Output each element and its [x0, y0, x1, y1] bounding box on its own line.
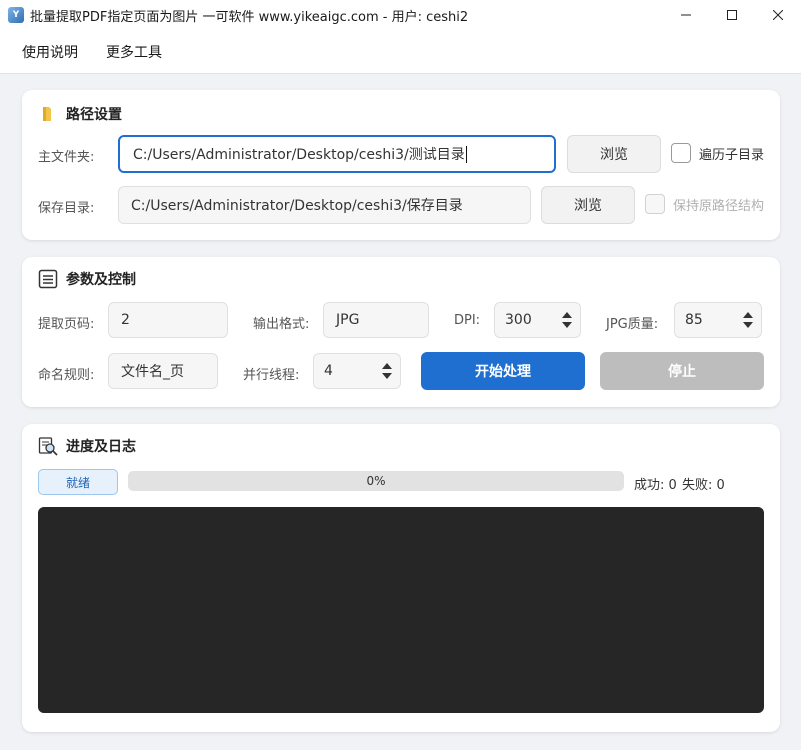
text-caret [465, 145, 467, 163]
progress-heading: 进度及日志 [66, 439, 136, 455]
main-folder-value: C:/Users/Administrator/Desktop/ceshi3/测试… [133, 147, 465, 163]
chevron-down-icon[interactable] [562, 322, 572, 328]
naming-rule-value: 文件名_页 [121, 364, 184, 380]
output-format-select[interactable]: JPG [323, 302, 429, 338]
path-settings-card: 路径设置 主文件夹: C:/Users/Administrator/Deskto… [22, 90, 780, 240]
maximize-icon [727, 10, 737, 20]
save-dir-value: C:/Users/Administrator/Desktop/ceshi3/保存… [131, 198, 463, 214]
start-button[interactable]: 开始处理 [421, 352, 585, 390]
menu-item-more-tools[interactable]: 更多工具 [84, 42, 162, 62]
browse-main-folder-button[interactable]: 浏览 [567, 135, 661, 173]
save-dir-input[interactable]: C:/Users/Administrator/Desktop/ceshi3/保存… [118, 186, 531, 224]
chevron-up-icon[interactable] [562, 312, 572, 318]
dpi-spinbox[interactable]: 300 [494, 302, 581, 338]
path-settings-heading: 路径设置 [66, 107, 122, 123]
jpg-quality-stepper[interactable] [737, 303, 759, 337]
minimize-button[interactable] [663, 0, 709, 30]
params-heading: 参数及控制 [66, 272, 136, 288]
progress-bar: 0% [128, 471, 624, 491]
output-format-label: 输出格式: [253, 317, 310, 332]
keep-structure-checkbox: 保持原路径结构 [645, 194, 764, 214]
params-title: 参数及控制 [38, 269, 136, 289]
progress-percent-text: 0% [366, 474, 386, 488]
save-dir-label: 保存目录: [38, 201, 95, 216]
dpi-label: DPI: [454, 313, 481, 328]
log-output-area[interactable] [38, 507, 764, 713]
path-settings-title: 路径设置 [38, 104, 122, 124]
title-bar: Y 批量提取PDF指定页面为图片 一可软件 www.yikeaigc.com -… [0, 0, 801, 30]
stop-button: 停止 [600, 352, 764, 390]
menu-item-help[interactable]: 使用说明 [0, 42, 78, 62]
threads-spinbox[interactable]: 4 [313, 353, 401, 389]
window-title: 批量提取PDF指定页面为图片 一可软件 www.yikeaigc.com - 用… [30, 9, 469, 25]
fail-count: 失败: 0 [682, 478, 725, 493]
chevron-up-icon[interactable] [382, 363, 392, 369]
page-number-input[interactable]: 2 [108, 302, 228, 338]
jpg-quality-label: JPG质量: [606, 317, 659, 332]
page-number-label: 提取页码: [38, 317, 95, 332]
log-search-icon [38, 436, 58, 456]
dpi-stepper[interactable] [556, 303, 578, 337]
menu-bar: 使用说明 更多工具 [0, 30, 801, 74]
app-icon: Y [8, 7, 24, 23]
chevron-down-icon[interactable] [382, 373, 392, 379]
list-icon [38, 269, 58, 289]
threads-stepper[interactable] [376, 354, 398, 388]
recurse-subdirs-checkbox[interactable]: 遍历子目录 [671, 143, 764, 163]
naming-rule-label: 命名规则: [38, 368, 95, 383]
threads-value: 4 [324, 363, 333, 379]
jpg-quality-value: 85 [685, 312, 703, 328]
chevron-down-icon[interactable] [743, 322, 753, 328]
dpi-value: 300 [505, 312, 532, 328]
minimize-icon [681, 14, 691, 16]
jpg-quality-spinbox[interactable]: 85 [674, 302, 762, 338]
folder-icon [38, 104, 58, 124]
main-folder-input[interactable]: C:/Users/Administrator/Desktop/ceshi3/测试… [118, 135, 556, 173]
window-controls [663, 0, 801, 30]
status-badge: 就绪 [38, 469, 118, 495]
chevron-up-icon[interactable] [743, 312, 753, 318]
keep-structure-checkbox-label: 保持原路径结构 [673, 198, 765, 214]
maximize-button[interactable] [709, 0, 755, 30]
recurse-checkbox-box[interactable] [671, 143, 691, 163]
recurse-checkbox-label: 遍历子目录 [699, 147, 765, 163]
close-icon [773, 10, 783, 20]
close-button[interactable] [755, 0, 801, 30]
keep-structure-checkbox-box [645, 194, 665, 214]
progress-title: 进度及日志 [38, 436, 136, 456]
naming-rule-select[interactable]: 文件名_页 [108, 353, 218, 389]
page-number-value: 2 [121, 312, 130, 328]
output-format-value: JPG [336, 312, 360, 328]
success-count: 成功: 0 [634, 478, 677, 493]
browse-save-dir-button[interactable]: 浏览 [541, 186, 635, 224]
progress-log-card: 进度及日志 就绪 0% 成功: 0 失败: 0 [22, 424, 780, 732]
threads-label: 并行线程: [243, 368, 300, 383]
main-folder-label: 主文件夹: [38, 150, 95, 165]
params-card: 参数及控制 提取页码: 2 输出格式: JPG DPI: 300 JPG质量: … [22, 257, 780, 407]
